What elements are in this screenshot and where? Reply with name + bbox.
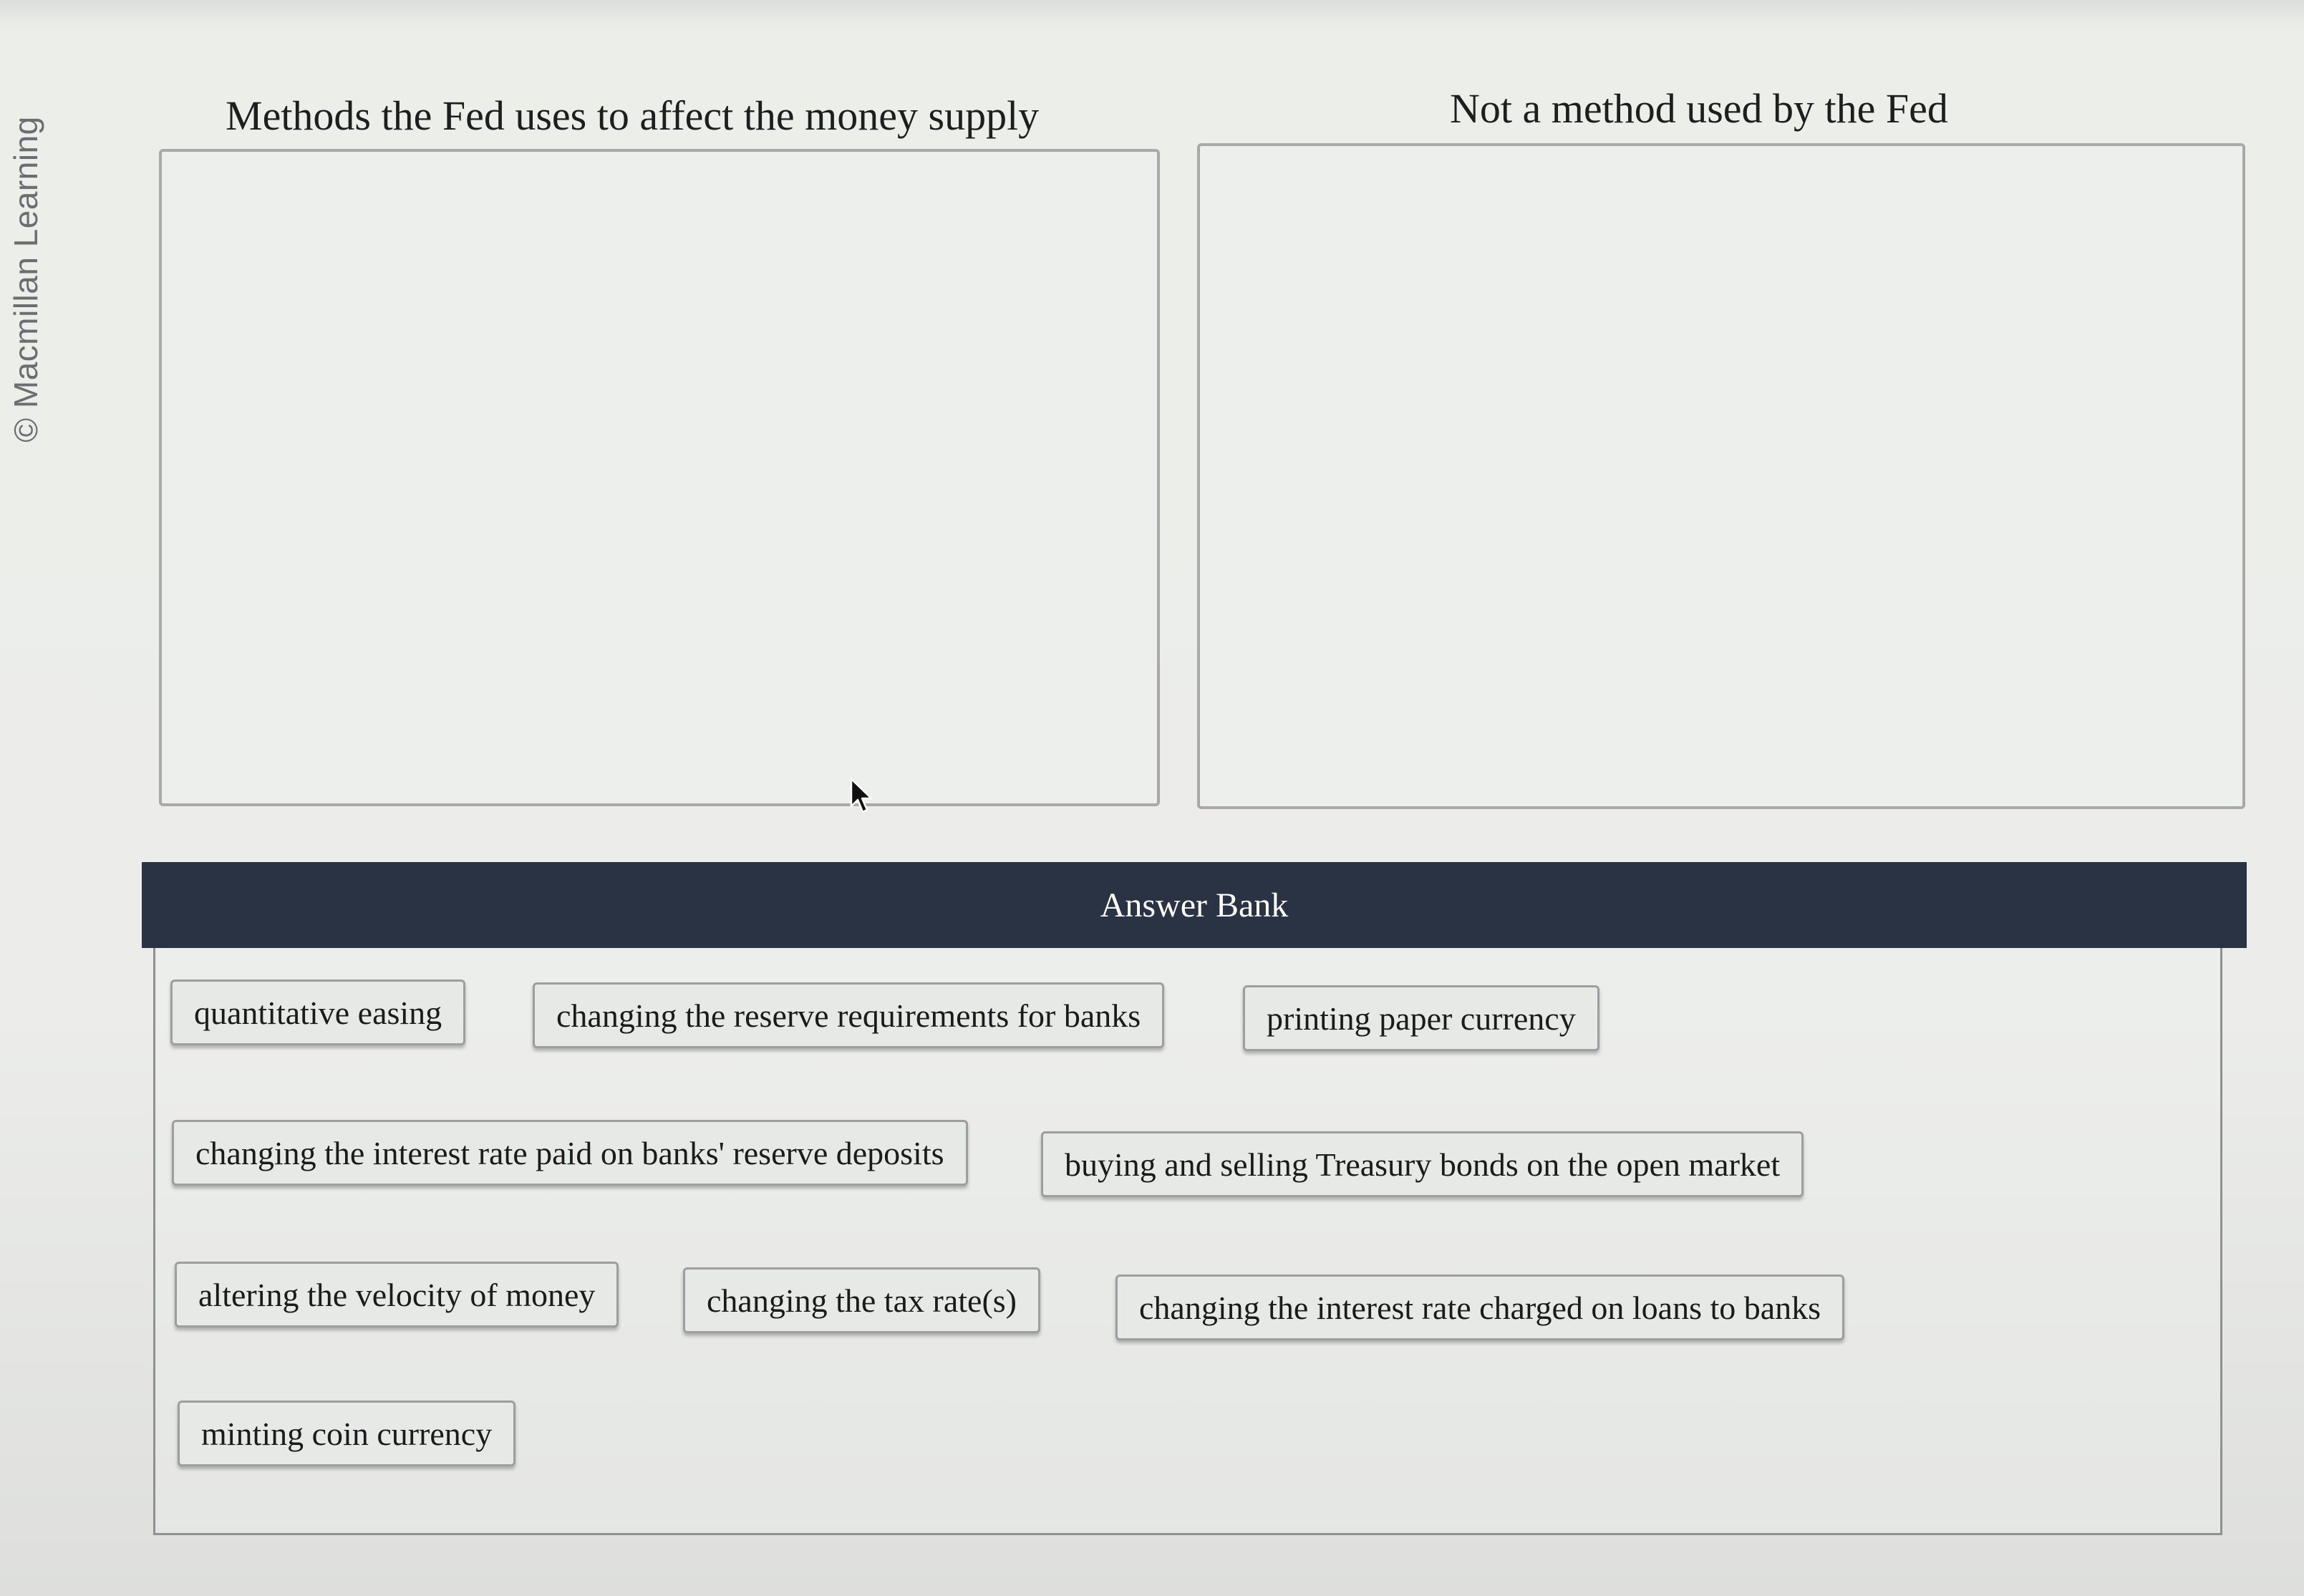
answer-chip-quantitative-easing[interactable]: quantitative easing (170, 980, 466, 1045)
answer-chip-discount-rate[interactable]: changing the interest rate charged on lo… (1115, 1275, 1845, 1340)
answer-chip-tax-rates[interactable]: changing the tax rate(s) (683, 1267, 1040, 1333)
mouse-pointer-icon (850, 778, 873, 813)
dropzone-fed-methods[interactable] (159, 149, 1160, 806)
answer-chip-velocity-of-money[interactable]: altering the velocity of money (175, 1262, 619, 1327)
page: © Macmillan Learning Methods the Fed use… (0, 0, 2304, 1596)
answer-chip-reserve-requirements[interactable]: changing the reserve requirements for ba… (533, 982, 1165, 1048)
category-heading-not-fed-method: Not a method used by the Fed (1450, 85, 1948, 132)
copyright-watermark: © Macmillan Learning (4, 93, 47, 465)
category-heading-fed-methods: Methods the Fed uses to affect the money… (226, 92, 1040, 139)
answer-chip-minting-coin-currency[interactable]: minting coin currency (178, 1401, 516, 1466)
copyright-text: © Macmillan Learning (7, 116, 45, 442)
answer-bank-title: Answer Bank (1100, 886, 1289, 924)
dropzone-not-fed-method[interactable] (1197, 143, 2245, 809)
answer-chip-open-market-operations[interactable]: buying and selling Treasury bonds on the… (1041, 1131, 1804, 1197)
answer-chip-interest-on-reserves[interactable]: changing the interest rate paid on banks… (172, 1120, 968, 1186)
answer-chip-printing-paper-currency[interactable]: printing paper currency (1243, 985, 1599, 1051)
answer-bank-header: Answer Bank (142, 862, 2247, 948)
